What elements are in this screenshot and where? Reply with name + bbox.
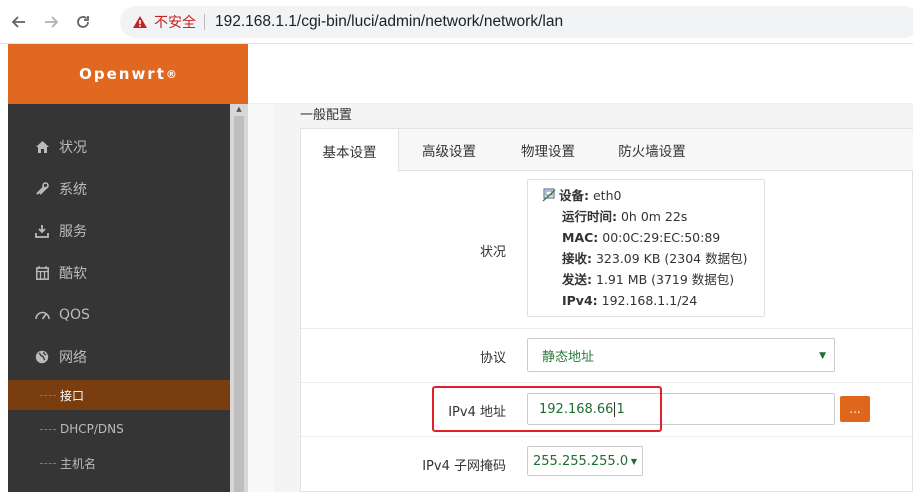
calendar-icon — [34, 265, 50, 281]
sidebar-item-label: QOS — [59, 307, 90, 323]
device-line: 设备: eth0 — [542, 185, 764, 206]
gauge-icon — [34, 307, 50, 323]
tab-bar: 基本设置 高级设置 物理设置 防火墙设置 — [301, 129, 913, 172]
sidebar-menu: 状况 系统 服务 酷软 QOS 网络 接口 DHCP/DNS 主机名 — [8, 104, 230, 492]
arrow-left-icon — [11, 15, 25, 28]
browser-toolbar: 不安全 192.168.1.1/cgi-bin/luci/admin/netwo… — [0, 0, 913, 44]
insecure-label: 不安全 — [154, 15, 196, 31]
tab-basic-settings[interactable]: 基本设置 — [301, 129, 399, 172]
ipv4-address-input[interactable]: 192.168.66 1 — [527, 393, 835, 425]
ipv4-line: IPv4: 192.168.1.1/24 — [542, 290, 764, 311]
status-box: 设备: eth0 运行时间: 0h 0m 22s MAC: 00:0C:29:E… — [527, 179, 765, 317]
settings-panel: 基本设置 高级设置 物理设置 防火墙设置 状况 设备: eth0 运行时间: 0… — [300, 128, 913, 492]
sidebar-subitem-hostnames[interactable]: 主机名 — [8, 448, 230, 478]
home-icon — [34, 139, 50, 155]
address-separator — [204, 14, 205, 30]
rx-line: 接收: 323.09 KB (2304 数据包) — [542, 248, 764, 269]
arrow-right-icon — [45, 15, 59, 28]
scrollbar-thumb[interactable] — [234, 116, 244, 492]
sidebar-item-kusoft[interactable]: 酷软 — [8, 254, 230, 292]
mac-value: 00:0C:29:EC:50:89 — [598, 230, 721, 245]
sidebar-item-label: 服务 — [59, 224, 87, 240]
reload-button[interactable] — [70, 9, 96, 35]
ipv4-netmask-select[interactable]: 255.255.255.0 ▼ — [527, 446, 643, 476]
url-text[interactable]: 192.168.1.1/cgi-bin/luci/admin/network/n… — [215, 13, 563, 31]
tab-firewall-settings[interactable]: 防火墙设置 — [597, 129, 707, 171]
content-gutter — [248, 104, 274, 492]
sidebar-item-label: 状况 — [59, 140, 87, 156]
sidebar-item-system[interactable]: 系统 — [8, 170, 230, 208]
protocol-row: 协议 静态地址 ▼ — [301, 329, 913, 383]
tx-key: 发送: — [562, 272, 592, 287]
add-address-button[interactable]: ... — [840, 396, 870, 422]
uptime-key: 运行时间: — [562, 209, 617, 224]
ipv4-address-row: IPv4 地址 192.168.66 1 ... — [301, 383, 913, 437]
sidebar-subitem-interfaces[interactable]: 接口 — [8, 380, 230, 410]
address-bar[interactable]: 不安全 192.168.1.1/cgi-bin/luci/admin/netwo… — [120, 6, 913, 38]
globe-icon — [34, 349, 50, 365]
mac-line: MAC: 00:0C:29:EC:50:89 — [542, 227, 764, 248]
dropdown-caret-icon: ▼ — [630, 457, 637, 466]
main-content: 一般配置 基本设置 高级设置 物理设置 防火墙设置 状况 设备: eth0 运行… — [248, 104, 913, 492]
sidebar-item-qos[interactable]: QOS — [8, 296, 230, 334]
protocol-select[interactable]: 静态地址 ▼ — [527, 338, 835, 372]
tx-value: 1.91 MB (3719 数据包) — [592, 272, 735, 287]
sidebar-subitem-label: 主机名 — [60, 456, 97, 471]
sidebar-subitem-dhcp-dns[interactable]: DHCP/DNS — [8, 414, 230, 444]
download-icon — [34, 223, 50, 239]
main-header — [248, 44, 913, 104]
sidebar-scrollbar[interactable]: ▲ — [230, 104, 248, 492]
ipv4-netmask-label: IPv4 子网掩码 — [422, 459, 506, 474]
back-button[interactable] — [6, 9, 32, 35]
ipv4-netmask-value: 255.255.255.0 — [533, 453, 629, 469]
sidebar-item-label: 网络 — [59, 350, 87, 366]
sidebar-item-network[interactable]: 网络 — [8, 338, 230, 376]
ipv4-netmask-row: IPv4 子网掩码 255.255.255.0 ▼ — [301, 437, 913, 493]
tab-physical-settings[interactable]: 物理设置 — [499, 129, 597, 171]
protocol-value: 静态地址 — [542, 349, 595, 365]
ipv4-address-label: IPv4 地址 — [448, 405, 506, 420]
sidebar-item-label: 系统 — [59, 182, 87, 198]
warning-icon — [133, 16, 147, 28]
brand-logo[interactable]: Openwrt ® — [8, 44, 248, 104]
uptime-line: 运行时间: 0h 0m 22s — [542, 206, 764, 227]
uptime-value: 0h 0m 22s — [617, 209, 688, 224]
device-key: 设备: — [559, 188, 589, 203]
mac-key: MAC: — [562, 230, 599, 245]
sidebar-item-services[interactable]: 服务 — [8, 212, 230, 250]
brand-registered-mark: ® — [165, 67, 177, 81]
ipv4-key: IPv4: — [562, 293, 598, 308]
text-cursor — [614, 401, 616, 417]
ipv4-value: 192.168.1.1/24 — [597, 293, 698, 308]
rx-key: 接收: — [562, 251, 592, 266]
forward-button[interactable] — [38, 9, 64, 35]
tools-icon — [34, 181, 50, 197]
rx-value: 323.09 KB (2304 数据包) — [592, 251, 748, 266]
status-label: 状况 — [479, 245, 506, 260]
ipv4-address-value: 192.168.66 — [539, 401, 614, 417]
sidebar-item-status[interactable]: 状况 — [8, 128, 230, 166]
ipv4-address-value-tail: 1 — [616, 401, 625, 417]
section-title: 一般配置 — [300, 108, 353, 123]
status-row: 状况 设备: eth0 运行时间: 0h 0m 22s MAC: 00:0C:2… — [301, 171, 913, 329]
sidebar-item-label: 酷软 — [59, 266, 87, 282]
sidebar-subitem-label: DHCP/DNS — [60, 422, 124, 436]
brand-name: Openwrt — [79, 65, 166, 83]
tx-line: 发送: 1.91 MB (3719 数据包) — [542, 269, 764, 290]
scroll-up-arrow-icon[interactable]: ▲ — [230, 104, 248, 114]
tab-advanced-settings[interactable]: 高级设置 — [399, 129, 499, 171]
dropdown-caret-icon: ▼ — [819, 351, 826, 361]
protocol-label: 协议 — [479, 351, 506, 366]
reload-icon — [77, 15, 89, 28]
sidebar: Openwrt ® 状况 系统 服务 酷软 QOS 网络 接口 DHCP/DNS… — [8, 44, 248, 492]
ethernet-port-icon — [542, 188, 556, 202]
sidebar-subitem-label: 接口 — [60, 388, 85, 403]
device-value: eth0 — [589, 188, 622, 203]
